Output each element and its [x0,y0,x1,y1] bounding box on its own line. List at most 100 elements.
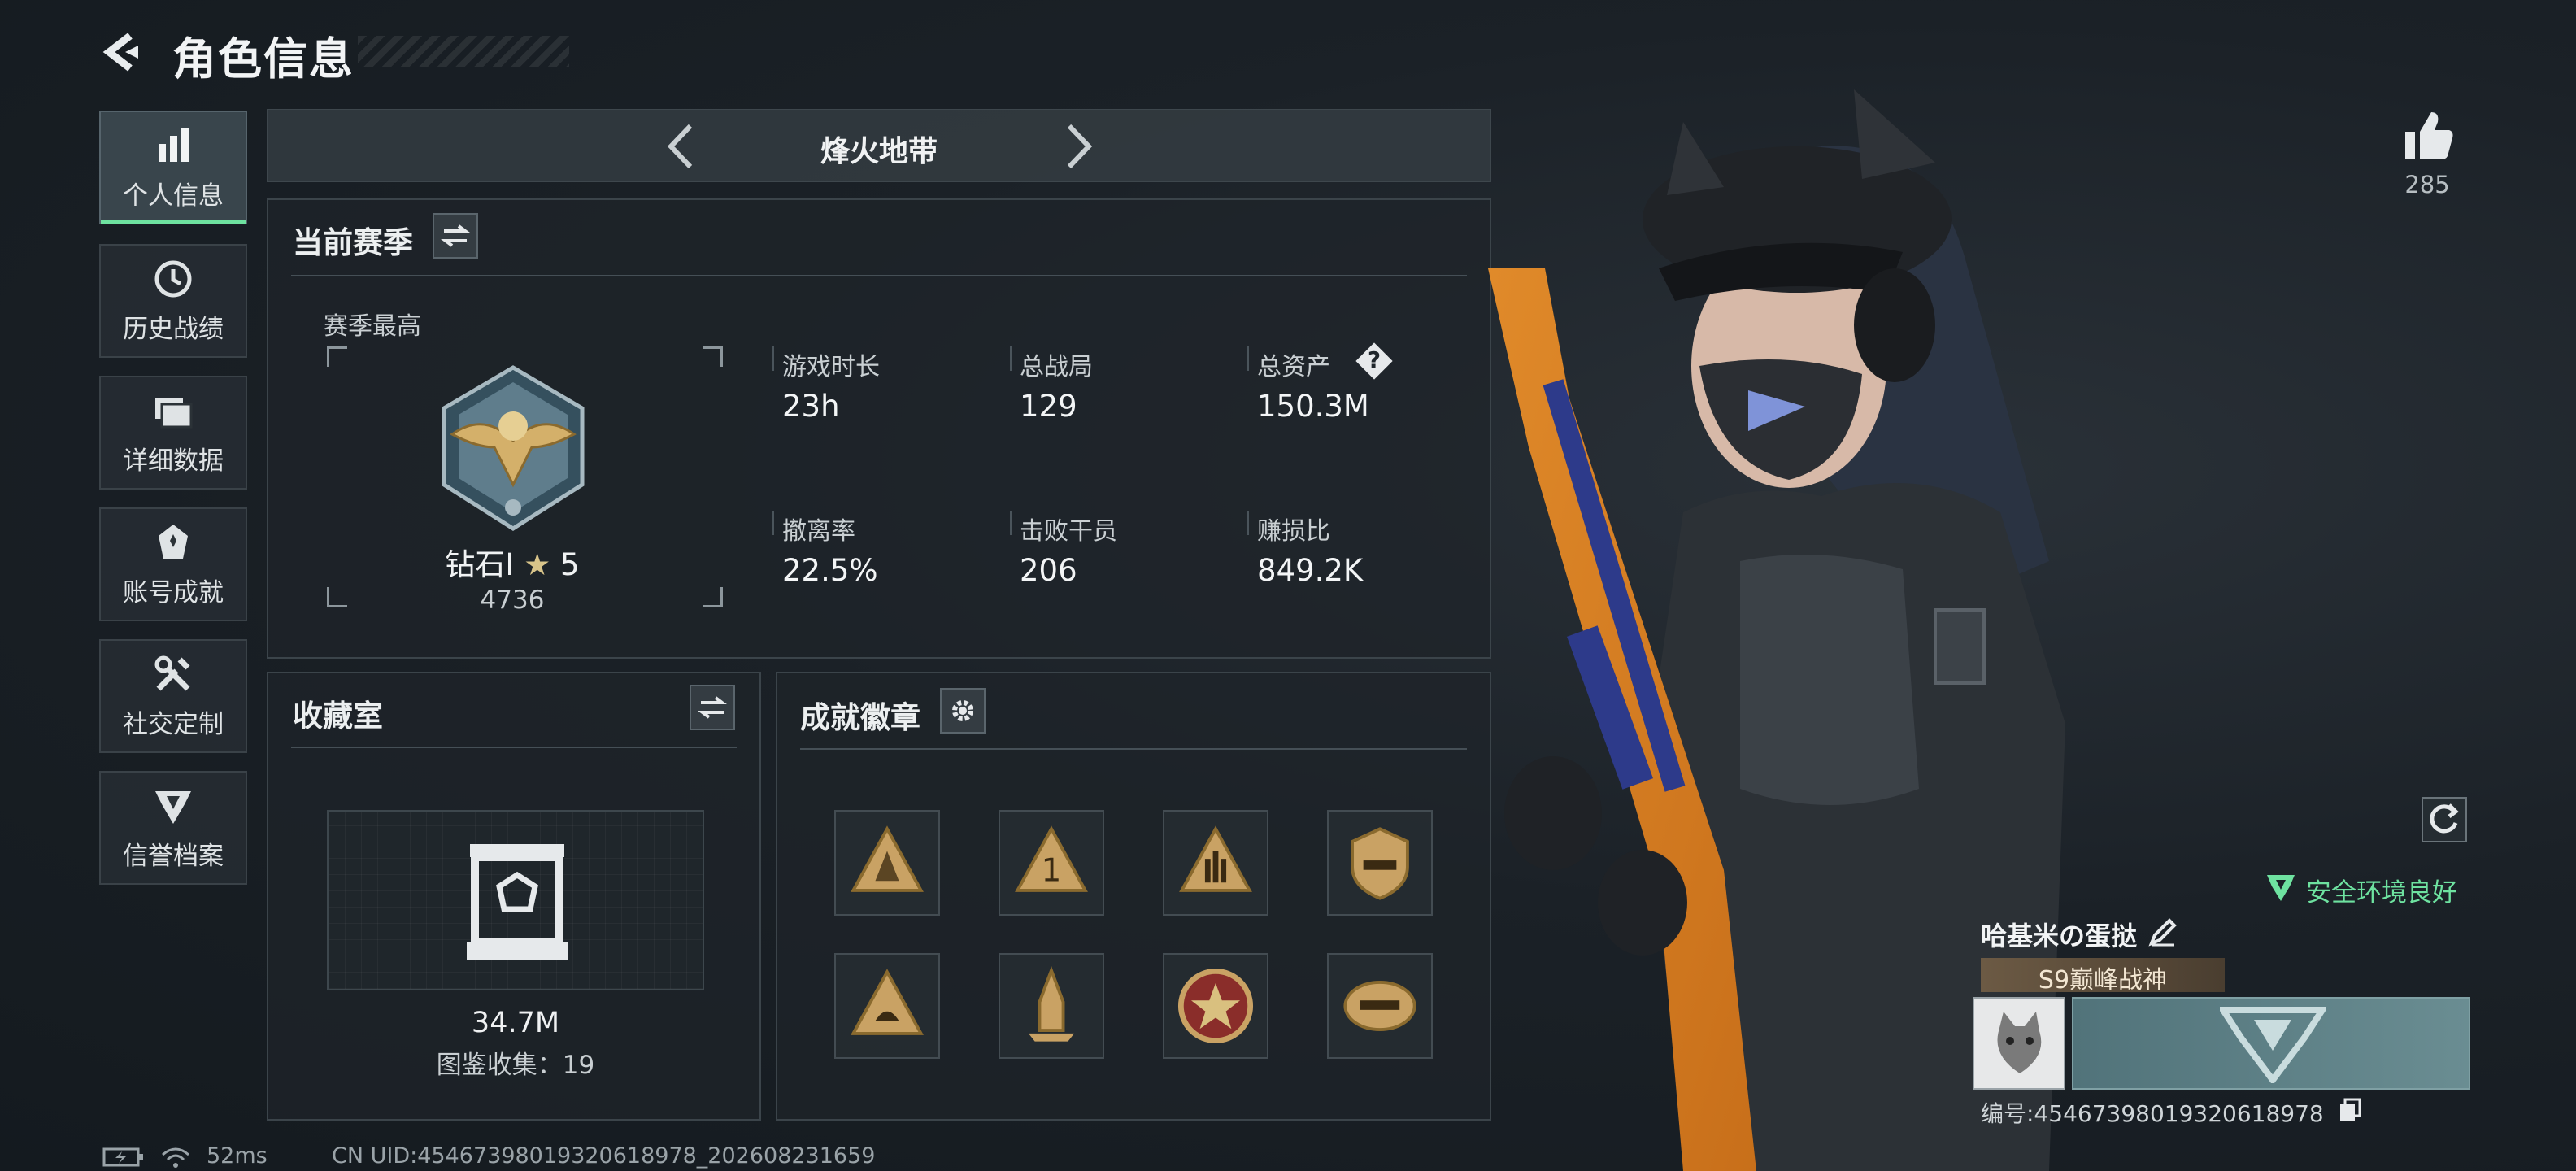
badge-hand-sign[interactable] [1163,810,1268,916]
badge-sail[interactable] [834,953,940,1059]
badges-title: 成就徽章 [800,700,920,735]
mode-title: 烽火地带 [820,135,938,168]
title-tag: S9巅峰战神 [1981,958,2225,995]
collection-value: 34.7M [471,1007,560,1039]
stat-value: 23h [782,389,840,424]
collection-switch-button[interactable] [690,685,735,730]
stat-divider [772,346,774,371]
helmet-badge-icon [1343,980,1416,1032]
folders-icon [155,397,193,428]
player-name: 哈基米の蛋挞 [1981,921,2138,951]
frame-corner [327,346,347,367]
wifi-icon [162,1147,189,1168]
copy-icon[interactable] [2339,1098,2363,1122]
badge-rank-one[interactable]: 1 [999,810,1104,916]
season-switch-button[interactable] [433,213,478,259]
collection-title: 收藏室 [293,699,383,734]
season-panel: 当前赛季 赛季最高 钻石Ⅰ ★ 5 4736 游戏时长 23h 总战局 129 … [267,198,1491,659]
environment-status: 安全环境良好 [2306,878,2457,908]
sidebar-item-detailed-data[interactable]: 详细数据 [99,376,247,490]
rocket-badge-icon [1028,965,1075,1042]
stat-label: 总战局 [1020,353,1093,381]
frame-corner [703,346,723,367]
triangle-badge-icon [851,825,924,892]
thumbs-up-icon[interactable] [2399,107,2456,164]
star-icon: ★ [524,547,551,582]
badges-panel: 成就徽章 1 [776,672,1491,1121]
swap-icon [441,224,470,247]
stat-divider [1010,511,1012,535]
achievement-icon [159,524,188,559]
hand-sign-badge-icon [1179,825,1252,892]
history-icon [154,260,192,297]
cat-avatar-icon [1997,1012,2042,1073]
sidebar-item-label: 社交定制 [123,709,224,739]
likes-count: 285 [2404,171,2450,198]
divider [291,275,1467,276]
collection-count: 图鉴收集：19 [436,1051,595,1080]
shield-emblem-icon [155,790,191,824]
badge-triangle[interactable] [834,810,940,916]
stat-value: 849.2K [1257,553,1364,588]
collection-display [327,810,704,990]
bar-chart-icon [159,127,189,162]
shield-2025-badge-icon [1351,827,1409,900]
sidebar-item-personal-info[interactable]: 个人信息 [99,111,247,224]
badge-helmet[interactable] [1327,953,1433,1059]
sail-badge-icon [851,969,924,1035]
stat-label: 击败干员 [1020,517,1117,546]
stat-value: 206 [1020,553,1077,588]
badges-settings-button[interactable] [940,688,986,734]
mode-switcher: 烽火地带 [267,109,1491,182]
stat-label: 游戏时长 [782,353,880,381]
stat-divider [1010,346,1012,371]
badge-shield-2025[interactable] [1327,810,1433,916]
back-arrow-icon[interactable] [98,28,146,76]
svg-text:1: 1 [1042,852,1062,889]
stat-label: 赚损比 [1257,517,1330,546]
sidebar-item-history[interactable]: 历史战绩 [99,244,247,358]
edit-pencil-icon[interactable] [2147,916,2179,948]
divider [291,747,737,748]
banner-emblem-icon [2220,1007,2326,1083]
gear-icon [952,700,973,721]
sidebar-item-label: 历史战绩 [123,314,224,344]
sidebar-item-credit-file[interactable]: 信誉档案 [99,771,247,885]
rank-name: 钻石Ⅰ [445,547,515,582]
sidebar-item-social-custom[interactable]: 社交定制 [99,639,247,753]
stat-divider [1247,346,1249,371]
sidebar-item-label: 账号成就 [123,577,224,607]
rank-score: 4736 [480,586,545,615]
stat-value: 22.5% [782,553,878,588]
badge-star-medal[interactable] [1163,953,1268,1059]
chevron-right-icon[interactable] [1055,120,1103,173]
rank-stars: 5 [560,547,580,582]
season-best-label: 赛季最高 [324,312,421,341]
page-title: 角色信息 [172,33,355,85]
rank-one-badge-icon: 1 [1015,825,1088,892]
title-decoration [358,36,569,67]
tools-icon [154,655,190,690]
help-icon[interactable]: ? [1358,346,1390,379]
stat-value: 150.3M [1257,389,1369,424]
collection-panel[interactable]: 收藏室 34.7M 图鉴收集：19 [267,672,761,1121]
stat-label: 撤离率 [782,517,855,546]
display-case-icon [467,844,568,960]
refresh-icon [2430,803,2459,834]
star-medal-badge-icon [1177,968,1254,1044]
ping-value: 52ms [207,1143,268,1169]
stat-divider [1247,511,1249,535]
player-banner [2072,997,2470,1090]
swap-icon [698,696,727,719]
refresh-button[interactable] [2422,797,2467,842]
avatar[interactable] [1973,997,2065,1090]
rank-emblem-icon [442,365,585,531]
player-id: 编号:4546739801932061897​8 [1981,1100,2324,1127]
divider [800,748,1467,750]
battery-icon [102,1147,143,1167]
sidebar-item-achievements[interactable]: 账号成就 [99,507,247,621]
sidebar-item-label: 个人信息 [123,181,224,211]
badge-rocket[interactable] [999,953,1104,1059]
safety-shield-icon [2267,875,2295,901]
title-tag-text: S9巅峰战神 [2038,966,2168,995]
